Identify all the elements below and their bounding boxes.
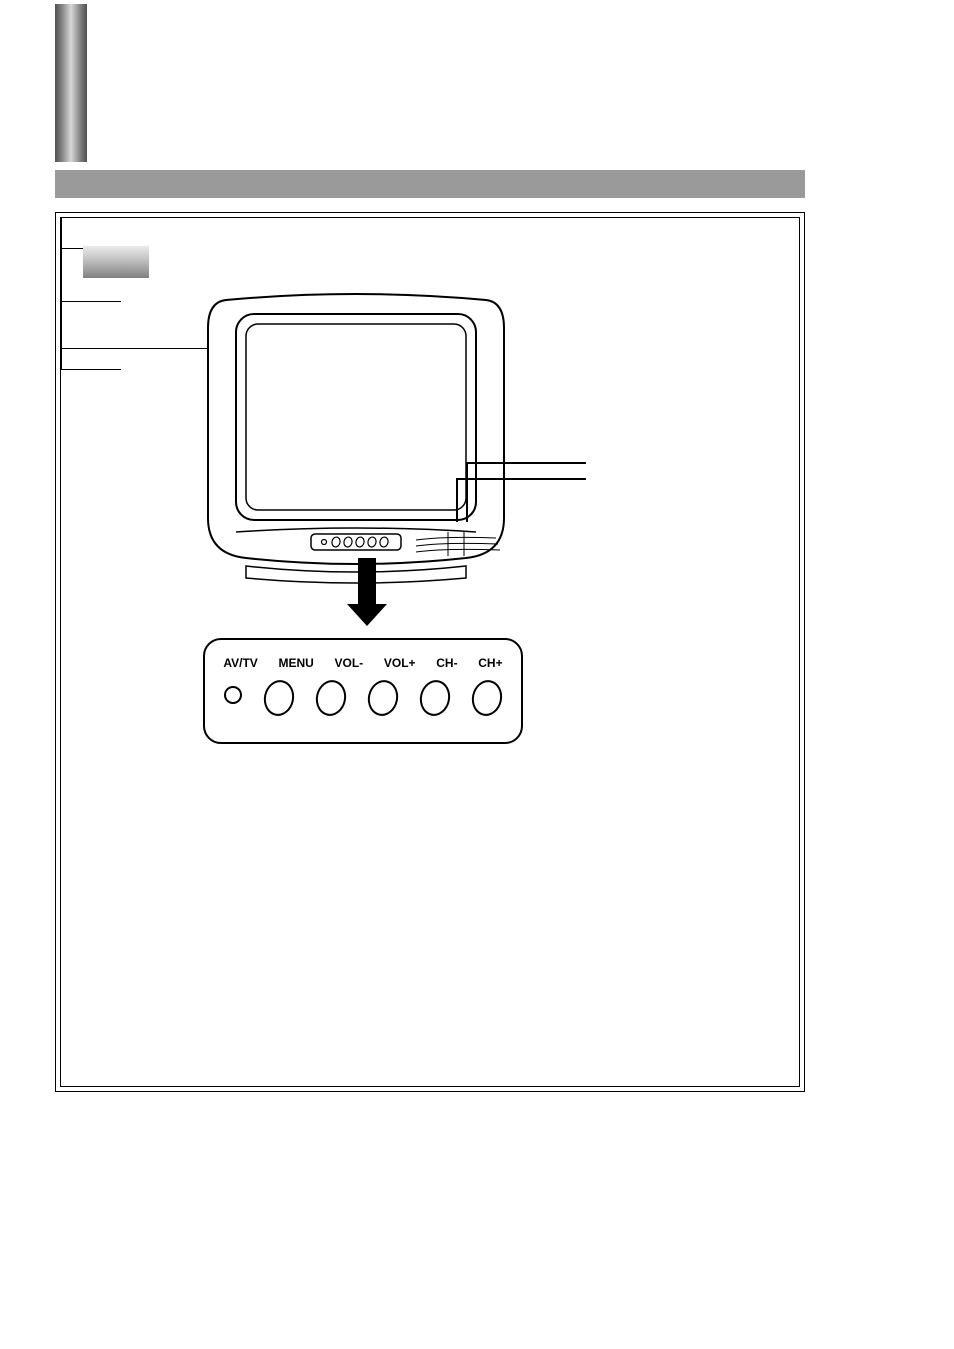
label-vol-minus: VOL- [335,656,364,670]
label-ch-minus: CH- [436,656,457,670]
leader-ch-v [61,349,62,369]
button-vol-minus[interactable] [313,677,350,718]
control-buttons-row [205,680,521,716]
figure-panel-inner: AV/TV MENU VOL- VOL+ CH- CH+ [60,217,800,1087]
label-menu: MENU [278,656,313,670]
header-band [55,170,805,198]
leader-menu-v [61,249,62,301]
manual-page: AV/TV MENU VOL- VOL+ CH- CH+ [0,0,954,1349]
control-labels-row: AV/TV MENU VOL- VOL+ CH- CH+ [205,656,521,670]
label-vol-plus: VOL+ [384,656,416,670]
arrow-down-head [347,604,387,626]
leader-menu-h [61,301,121,302]
callout-leader-lower [456,478,586,522]
section-bar [55,4,87,162]
figure-panel-outer: AV/TV MENU VOL- VOL+ CH- CH+ [55,212,805,1092]
button-av-tv[interactable] [224,686,242,704]
button-vol-plus[interactable] [365,677,402,718]
leader-vol-v [61,302,62,348]
figure-label-box [83,246,149,278]
button-ch-plus[interactable] [469,677,506,718]
leader-ch-h [61,369,121,370]
tv-svg [196,288,516,588]
label-ch-plus: CH+ [478,656,502,670]
tv-illustration [196,288,516,588]
button-menu[interactable] [261,677,298,718]
label-av-tv: AV/TV [223,656,257,670]
arrow-down-stem [358,558,376,606]
front-control-panel: AV/TV MENU VOL- VOL+ CH- CH+ [203,638,523,744]
button-ch-minus[interactable] [417,677,454,718]
leader-avtv-v [61,218,62,248]
